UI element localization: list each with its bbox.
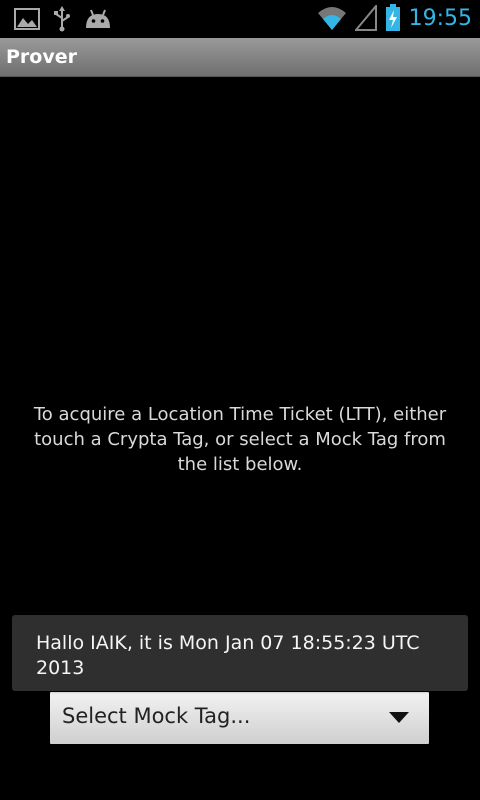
toast-message: Hallo IAIK, it is Mon Jan 07 18:55:23 UT… bbox=[36, 632, 420, 679]
image-icon bbox=[14, 8, 40, 30]
spinner-selected-label: Select Mock Tag... bbox=[62, 704, 251, 728]
toast-notification: Hallo IAIK, it is Mon Jan 07 18:55:23 UT… bbox=[12, 615, 468, 691]
usb-icon bbox=[54, 6, 70, 32]
signal-icon bbox=[354, 5, 377, 31]
mock-tag-spinner[interactable]: Select Mock Tag... bbox=[50, 692, 429, 744]
notification-icons bbox=[14, 6, 112, 32]
app-title: Prover bbox=[6, 46, 77, 68]
status-bar: 19:55 bbox=[0, 0, 480, 38]
system-icons: 19:55 bbox=[317, 4, 472, 32]
dropdown-arrow-icon bbox=[389, 712, 409, 723]
wifi-icon bbox=[317, 7, 346, 30]
app-title-bar: Prover bbox=[0, 38, 480, 77]
android-debug-icon bbox=[86, 9, 110, 28]
instructions-text: To acquire a Location Time Ticket (LTT),… bbox=[33, 404, 447, 475]
clock: 19:55 bbox=[408, 5, 472, 31]
battery-charging-icon bbox=[385, 4, 400, 31]
